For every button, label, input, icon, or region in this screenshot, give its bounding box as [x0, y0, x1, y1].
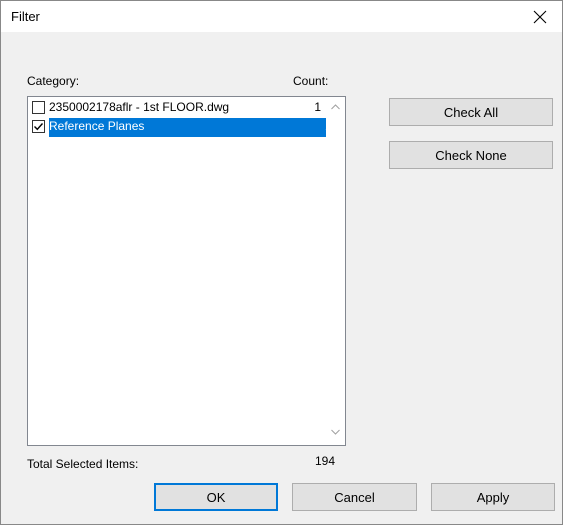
list-item[interactable]: Reference Planes 194	[29, 117, 345, 137]
category-name: 2350002178aflr - 1st FLOOR.dwg	[49, 100, 230, 114]
scroll-down-button[interactable]	[326, 423, 345, 440]
close-button[interactable]	[518, 1, 562, 32]
scroll-up-button[interactable]	[326, 98, 345, 115]
category-count: 1	[314, 100, 321, 114]
chevron-up-icon	[331, 103, 340, 109]
close-icon	[533, 10, 547, 23]
total-selected-label: Total Selected Items:	[27, 457, 139, 471]
category-checkbox[interactable]	[32, 101, 45, 114]
dialog-title: Filter	[11, 9, 40, 24]
total-selected-value: 194	[315, 454, 336, 468]
category-column-header: Category:	[27, 74, 80, 88]
list-scrollbar[interactable]	[326, 97, 345, 445]
category-name: Reference Planes	[49, 119, 145, 133]
cancel-button[interactable]: Cancel	[292, 483, 417, 511]
chevron-down-icon	[331, 429, 340, 435]
count-column-header: Count:	[293, 74, 329, 88]
apply-button[interactable]: Apply	[431, 483, 555, 511]
check-all-button[interactable]: Check All	[389, 98, 553, 126]
category-checkbox[interactable]	[32, 120, 45, 133]
check-none-button[interactable]: Check None	[389, 141, 553, 169]
list-item[interactable]: 2350002178aflr - 1st FLOOR.dwg 1	[29, 98, 345, 116]
category-list[interactable]: 2350002178aflr - 1st FLOOR.dwg 1 Referen…	[27, 96, 346, 446]
checkmark-icon	[34, 123, 44, 131]
filter-dialog: Filter Category: Count: 2350002178aflr -…	[0, 0, 563, 525]
title-bar: Filter	[1, 1, 562, 32]
ok-button[interactable]: OK	[154, 483, 278, 511]
